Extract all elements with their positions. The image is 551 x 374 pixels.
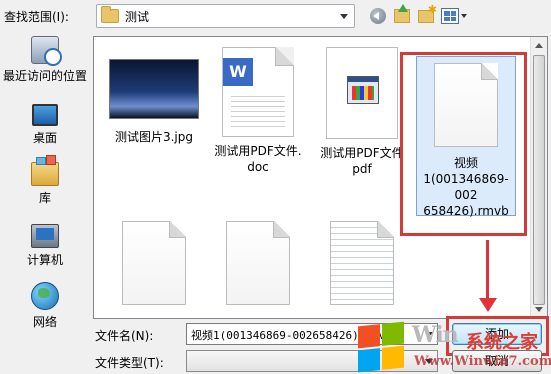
- highlight-frame-file: [400, 52, 527, 236]
- place-label: 计算机: [26, 253, 63, 267]
- scrollbar-thumb[interactable]: [533, 55, 545, 305]
- desktop-icon: [32, 104, 58, 126]
- text-file-icon: [330, 221, 394, 305]
- chevron-down-icon[interactable]: [425, 359, 433, 364]
- place-recent[interactable]: 最近访问的位置: [0, 36, 90, 84]
- scroll-up-icon[interactable]: [535, 43, 543, 48]
- place-network[interactable]: 网络: [0, 282, 90, 330]
- generic-file-icon: [226, 221, 290, 305]
- annotation-arrowhead: [479, 298, 497, 312]
- filetype-label: 文件类型(T):: [95, 356, 164, 370]
- file-name-line: 测试用PDF文件.: [214, 144, 302, 158]
- back-button[interactable]: [368, 6, 388, 26]
- add-button[interactable]: 添加: [452, 323, 542, 345]
- file-name-line: 测试图片3.jpg: [114, 130, 194, 144]
- new-folder-button[interactable]: [416, 3, 437, 26]
- libraries-icon: [31, 155, 59, 186]
- look-in-combobox[interactable]: 测试: [96, 4, 355, 28]
- place-label: 最近访问的位置: [2, 69, 87, 83]
- file-item[interactable]: [206, 209, 310, 313]
- file-item[interactable]: [310, 209, 414, 313]
- word-document-icon: W: [222, 47, 294, 137]
- chevron-down-icon[interactable]: [425, 332, 433, 337]
- place-label: 网络: [32, 315, 57, 329]
- place-label: 库: [38, 191, 51, 205]
- filename-label: 文件名(N):: [95, 329, 154, 343]
- filename-value: 视频1(001346869-002658426).rmvb: [191, 329, 392, 342]
- computer-icon: [31, 224, 59, 248]
- chevron-down-icon[interactable]: [340, 14, 348, 19]
- recent-places-icon: [31, 36, 62, 66]
- scroll-down-icon[interactable]: [535, 307, 543, 312]
- folder-icon: [101, 6, 119, 23]
- cancel-button[interactable]: 取消: [452, 350, 542, 372]
- filename-input[interactable]: 视频1(001346869-002658426).rmvb: [186, 323, 438, 345]
- chevron-down-icon: [461, 14, 467, 18]
- place-computer[interactable]: 计算机: [0, 224, 90, 268]
- back-arrow-icon: [370, 8, 386, 24]
- navigation-toolbar: [368, 3, 468, 26]
- image-thumbnail: [109, 59, 199, 119]
- look-in-label: 查找范围(I):: [4, 10, 69, 24]
- view-grid-icon: [441, 8, 459, 24]
- filetype-select[interactable]: [186, 350, 438, 372]
- file-item[interactable]: W 测试用PDF文件. doc: [206, 37, 310, 175]
- file-name-line: 测试用PDF文件: [320, 146, 404, 160]
- file-item[interactable]: [102, 209, 206, 313]
- look-in-value: 测试: [125, 9, 150, 24]
- up-folder-button[interactable]: [392, 4, 412, 26]
- place-label: 桌面: [32, 131, 57, 145]
- file-item[interactable]: 测试用PDF文件 pdf: [310, 37, 414, 177]
- view-menu-button[interactable]: [440, 6, 468, 26]
- annotation-arrow: [486, 240, 489, 300]
- vertical-scrollbar[interactable]: [530, 37, 547, 318]
- place-desktop[interactable]: 桌面: [0, 104, 90, 146]
- generic-file-icon: [122, 221, 186, 305]
- new-folder-icon: [418, 3, 437, 23]
- file-item[interactable]: 测试图片3.jpg: [102, 37, 206, 145]
- pdf-file-icon: [326, 47, 398, 139]
- file-name-line: pdf: [352, 162, 372, 176]
- network-icon: [31, 282, 59, 310]
- up-folder-icon: [394, 4, 410, 23]
- place-libraries[interactable]: 库: [0, 155, 90, 206]
- file-name-line: doc: [247, 160, 269, 174]
